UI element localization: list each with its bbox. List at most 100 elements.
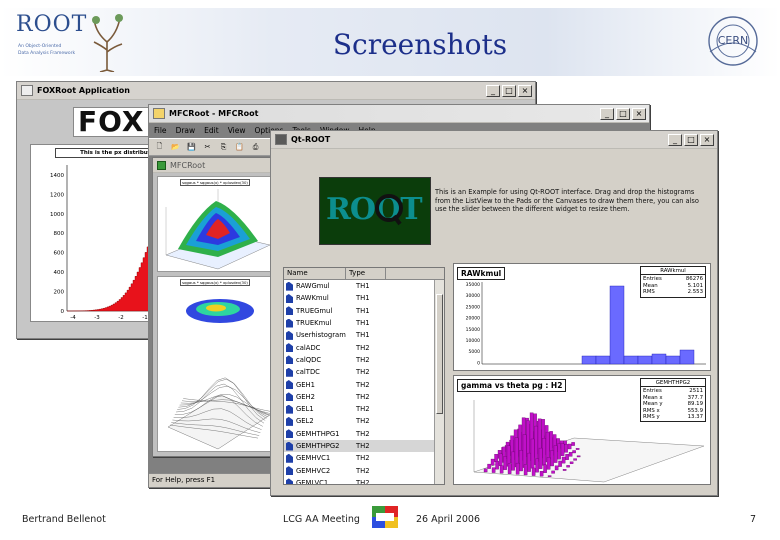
col-name-header[interactable]: Name — [284, 268, 346, 279]
listview-scrollbar[interactable] — [434, 280, 444, 484]
lego-bar — [571, 442, 575, 446]
item-type: TH2 — [356, 392, 370, 401]
lego-bar — [535, 458, 539, 473]
gem-lego-plot — [473, 400, 705, 483]
gem-canvas[interactable]: gamma vs theta pg : H2 GEMHTHPG2 Entries… — [453, 375, 711, 485]
lego-plot — [167, 299, 272, 450]
close-button[interactable]: × — [700, 134, 714, 146]
surface-plot — [165, 189, 271, 270]
lego-bar — [515, 462, 520, 475]
item-name: GEH1 — [296, 380, 315, 389]
lego-bar — [557, 443, 561, 460]
list-item[interactable]: GEMHTHPG1 TH2 — [284, 428, 434, 440]
list-item[interactable]: GEMHTHPG2 TH2 — [284, 439, 434, 453]
list-item[interactable]: GEMLVC1 TH2 — [284, 477, 434, 485]
histogram-listview[interactable]: Name Type RAWGmul TH1 RAWKmul TH1 TRUEGmul TH… — [283, 267, 445, 485]
histogram-icon — [286, 392, 293, 402]
list-item[interactable]: calADC TH2 — [284, 341, 434, 353]
item-name: TRUEKmul — [296, 319, 332, 328]
list-item[interactable]: GEH2 TH2 — [284, 391, 434, 403]
list-item[interactable]: GEMHVC1 TH2 — [284, 452, 434, 464]
paste-icon[interactable]: 📋 — [233, 141, 246, 154]
qt-window[interactable]: Qt-ROOT _ □ × ROOT This is an Example fo… — [270, 130, 718, 496]
list-item[interactable]: RAWGmul TH1 — [284, 280, 434, 292]
y-tick-label: 1400 — [50, 173, 64, 179]
minimize-button[interactable]: _ — [486, 85, 500, 97]
menu-draw[interactable]: Draw — [176, 126, 196, 135]
histogram-icon — [286, 293, 293, 303]
col-type-header[interactable]: Type — [346, 268, 386, 279]
open-icon[interactable]: 📂 — [169, 141, 182, 154]
histogram-icon — [286, 318, 293, 328]
list-item[interactable]: GEL2 TH2 — [284, 415, 434, 427]
qt-titlebar[interactable]: Qt-ROOT _ □ × — [271, 131, 717, 149]
lego-bar — [531, 467, 536, 476]
maximize-button[interactable]: □ — [616, 108, 630, 120]
y-tick-label: 30000 — [466, 293, 480, 299]
hist-bar — [623, 355, 639, 365]
fox-titlebar[interactable]: FOXRoot Application _ □ × — [17, 82, 535, 100]
histogram-icon — [286, 380, 293, 390]
lego-bar — [522, 434, 527, 468]
list-item[interactable]: GEMHVC2 TH2 — [284, 464, 434, 476]
item-type: TH1 — [356, 331, 370, 340]
item-name: RAWKmul — [296, 294, 329, 303]
rawkmul-canvas[interactable]: RAWkmul RAWkmul Entries 86276 Mean 5.101 R… — [453, 263, 711, 371]
maximize-button[interactable]: □ — [684, 134, 698, 146]
minimize-button[interactable]: _ — [668, 134, 682, 146]
lego-bar — [494, 454, 498, 462]
y-tick-label: 1000 — [50, 212, 64, 218]
hist-bar — [581, 355, 597, 365]
scrollbar-thumb[interactable] — [436, 294, 443, 414]
item-name: TRUEGmul — [296, 306, 333, 315]
maximize-button[interactable]: □ — [502, 85, 516, 97]
list-item[interactable]: Userhistogram TH1 — [284, 329, 434, 341]
item-type: TH2 — [356, 417, 370, 426]
lego-bar — [523, 464, 528, 476]
copy-icon[interactable]: ⎘ — [217, 141, 230, 154]
list-item[interactable]: calQDC TH2 — [284, 354, 434, 366]
minimize-button[interactable]: _ — [600, 108, 614, 120]
mfc-titlebar[interactable]: MFCRoot - MFCRoot _ □ × — [149, 105, 649, 123]
item-name: GEMHTHPG2 — [296, 442, 340, 450]
save-icon[interactable]: 💾 — [185, 141, 198, 154]
lego-bar — [511, 451, 515, 471]
surface-label: sqgaus * sqgaus(x) * xplusdev(30) — [180, 179, 250, 186]
list-item[interactable]: TRUEGmul TH1 — [284, 305, 434, 317]
list-item[interactable]: RAWKmul TH1 — [284, 292, 434, 304]
item-type: TH2 — [356, 380, 370, 389]
qt-root-logo: ROOT — [319, 177, 431, 245]
lego-bar — [554, 465, 559, 471]
lego-bar — [575, 448, 580, 450]
print-icon[interactable]: ⎙ — [249, 141, 262, 154]
hist-bar — [637, 355, 653, 365]
list-item[interactable]: TRUEKmul TH1 — [284, 317, 434, 329]
lego-bar — [506, 445, 511, 467]
cut-icon[interactable]: ✂ — [201, 141, 214, 154]
lego-bar — [543, 464, 547, 473]
lego-canvas[interactable]: sqgaus * sqgaus(x) * xplusdev(30) — [157, 276, 273, 452]
surface-canvas[interactable]: sqgaus * sqgaus(x) * xplusdev(30) — [157, 176, 273, 272]
close-button[interactable]: × — [518, 85, 532, 97]
list-item[interactable]: GEH1 TH2 — [284, 378, 434, 390]
new-icon[interactable]: 🗋 — [153, 141, 166, 154]
x-tick-label: -3 — [94, 315, 100, 321]
y-tick-label: 200 — [54, 289, 65, 295]
hist-bar — [679, 349, 695, 365]
item-name: RAWGmul — [296, 282, 330, 291]
list-item[interactable]: calTDC TH2 — [284, 366, 434, 378]
menu-edit[interactable]: Edit — [204, 126, 219, 135]
menu-view[interactable]: View — [228, 126, 246, 135]
y-tick-label: 600 — [54, 251, 65, 257]
qt-window-title: Qt-ROOT — [291, 135, 331, 144]
lego-bar — [568, 452, 573, 457]
item-name: GEMHVC2 — [296, 466, 331, 475]
y-tick-label: 10000 — [466, 338, 480, 344]
item-type: TH1 — [356, 319, 370, 328]
item-name: GEMLVC1 — [296, 478, 329, 485]
close-button[interactable]: × — [632, 108, 646, 120]
list-item[interactable]: GEL1 TH2 — [284, 403, 434, 415]
item-type: TH2 — [356, 343, 370, 352]
menu-file[interactable]: File — [154, 126, 167, 135]
item-name: GEL1 — [296, 405, 314, 414]
